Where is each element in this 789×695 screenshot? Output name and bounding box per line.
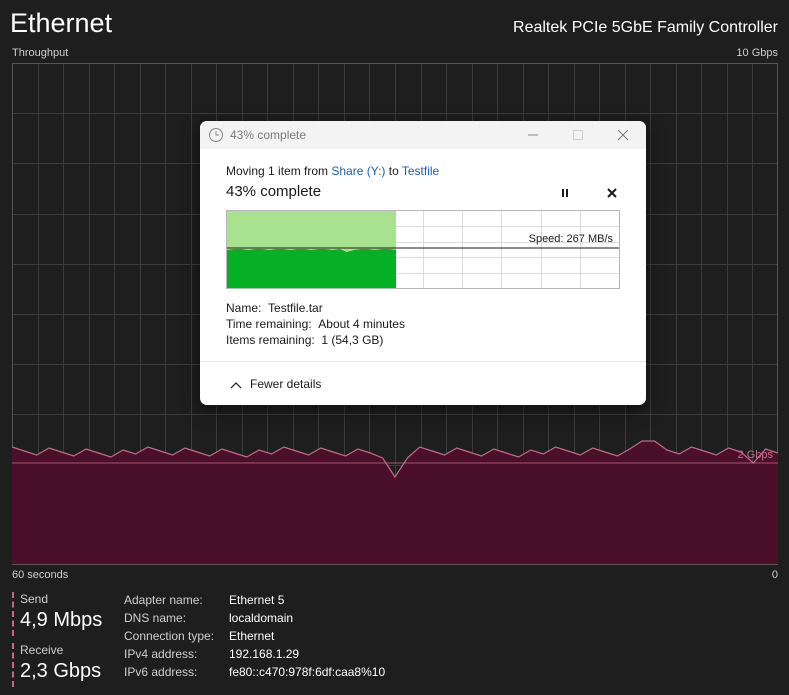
send-value: 4,9 Mbps: [20, 609, 103, 631]
info-row-dns-name: DNS name: localdomain: [124, 611, 293, 625]
info-key: IPv6 address:: [124, 665, 198, 679]
detail-items-value: 1 (54,3 GB): [321, 333, 384, 347]
pause-icon: [562, 189, 568, 197]
pause-button[interactable]: [556, 185, 574, 201]
info-value: Ethernet 5: [229, 593, 285, 607]
x-axis-right-label: 0: [771, 569, 778, 581]
info-value: Ethernet: [229, 629, 275, 643]
send-label: Send: [20, 592, 49, 606]
moving-prefix: Moving 1 item from: [226, 164, 332, 178]
throughput-label: Throughput: [12, 47, 69, 59]
info-key: IPv4 address:: [124, 647, 198, 661]
page-title: Ethernet: [10, 8, 113, 38]
detail-name-label: Name:: [226, 301, 262, 315]
graph-max-label: 10 Gbps: [736, 47, 778, 59]
speed-graph-svg: [227, 211, 619, 288]
detail-time-value: About 4 minutes: [318, 317, 405, 331]
info-key: Adapter name:: [124, 593, 203, 607]
fewer-details-button[interactable]: Fewer details: [230, 377, 321, 391]
speed-history-area: [227, 249, 396, 288]
adapter-title: Realtek PCIe 5GbE Family Controller: [513, 19, 778, 36]
dialog-title: 43% complete: [230, 128, 307, 142]
info-row-connection-type: Connection type: Ethernet: [124, 629, 274, 643]
info-value: fe80::c470:978f:6df:caa8%10: [229, 665, 386, 679]
clock-icon: [208, 127, 224, 143]
info-row-adapter-name: Adapter name: Ethernet 5: [124, 593, 284, 607]
info-row-ipv6: IPv6 address: fe80::c470:978f:6df:caa8%10: [124, 665, 385, 679]
receive-stat[interactable]: Receive 2,3 Gbps: [12, 643, 101, 687]
speed-graph: Speed: 267 MB/s: [226, 210, 620, 289]
detail-time-label: Time remaining:: [226, 317, 312, 331]
detail-name-value: Testfile.tar: [268, 301, 323, 315]
destination-link[interactable]: Testfile: [402, 164, 439, 178]
copy-progress-dialog: 43% complete Moving 1 item from Share (Y…: [200, 121, 646, 405]
minimize-icon: [528, 134, 538, 136]
close-icon: [617, 129, 629, 141]
send-stat[interactable]: Send 4,9 Mbps: [12, 592, 102, 636]
info-key: DNS name:: [124, 611, 187, 625]
chevron-up-icon: [230, 380, 242, 390]
moving-description: Moving 1 item from Share (Y:) to Testfil…: [226, 164, 439, 178]
receive-value: 2,3 Gbps: [20, 660, 102, 682]
info-key: Connection type:: [124, 629, 215, 643]
close-icon: [607, 188, 617, 198]
fewer-details-label: Fewer details: [250, 377, 322, 391]
detail-items-label: Items remaining:: [226, 333, 315, 347]
dialog-divider: [200, 361, 646, 362]
progress-title: 43% complete: [226, 183, 322, 200]
moving-to: to: [385, 164, 402, 178]
info-row-ipv4: IPv4 address: 192.168.1.29: [124, 647, 299, 661]
graph-marker-label: 2 Gbps: [737, 449, 773, 461]
speed-label: Speed: 267 MB/s: [528, 233, 613, 245]
maximize-icon: [573, 130, 583, 140]
cancel-button[interactable]: [604, 185, 620, 201]
detail-time: Time remaining: About 4 minutes: [226, 317, 405, 331]
source-link[interactable]: Share (Y:): [331, 164, 385, 178]
maximize-button[interactable]: [555, 121, 601, 149]
receive-label: Receive: [20, 643, 64, 657]
detail-name: Name: Testfile.tar: [226, 301, 323, 315]
detail-items: Items remaining: 1 (54,3 GB): [226, 333, 383, 347]
dialog-titlebar[interactable]: 43% complete: [200, 121, 646, 149]
send-indicator: [12, 592, 14, 636]
info-value: 192.168.1.29: [229, 647, 300, 661]
info-value: localdomain: [229, 611, 294, 625]
close-button[interactable]: [600, 121, 646, 149]
receive-indicator: [12, 643, 14, 687]
minimize-button[interactable]: [510, 121, 556, 149]
x-axis-left-label: 60 seconds: [12, 569, 69, 581]
